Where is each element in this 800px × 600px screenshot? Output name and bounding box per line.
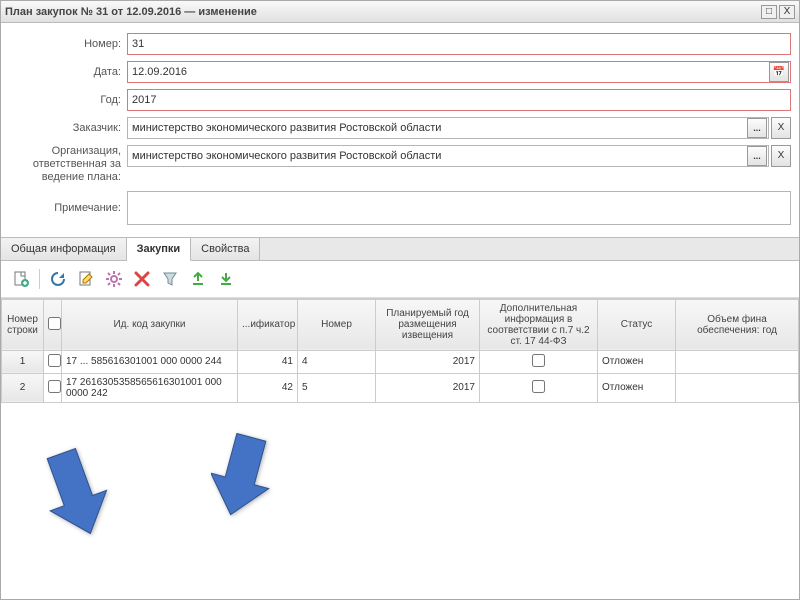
label-number: Номер: (9, 38, 127, 50)
export-icon[interactable] (186, 267, 210, 291)
col-number[interactable]: Номер (298, 299, 376, 350)
col-classifier[interactable]: ...ификатор (238, 299, 298, 350)
window-titlebar: План закупок № 31 от 12.09.2016 — измене… (1, 1, 799, 23)
close-button[interactable]: X (779, 5, 795, 19)
gear-icon[interactable] (102, 267, 126, 291)
field-org[interactable]: министерство экономического развития Рос… (127, 145, 769, 167)
addl-checkbox[interactable] (532, 354, 545, 367)
col-status[interactable]: Статус (598, 299, 676, 350)
row-checkbox[interactable] (48, 380, 61, 393)
import-icon[interactable] (214, 267, 238, 291)
tab-general-info[interactable]: Общая информация (1, 238, 127, 260)
row-number: 2 (2, 373, 44, 402)
table-row[interactable]: 1 17 ... 585616301001 000 0000 244 41 4 … (2, 350, 799, 373)
form-area: Номер: 31 Дата: 12.09.2016 Год: 2017 Зак… (1, 23, 799, 237)
label-org: Организация, ответственная за ведение пл… (9, 145, 127, 185)
col-addl-info[interactable]: Дополнительная информация в соответствии… (480, 299, 598, 350)
field-note[interactable] (127, 191, 791, 225)
field-number[interactable]: 31 (127, 33, 791, 55)
col-row-num[interactable]: Номер строки (2, 299, 44, 350)
cell-funding (676, 373, 799, 402)
edit-icon[interactable] (74, 267, 98, 291)
col-id-code[interactable]: Ид. код закупки (62, 299, 238, 350)
clear-org-button[interactable] (771, 145, 791, 167)
col-funding[interactable]: Объем фина обеспечения: год (676, 299, 799, 350)
tab-properties[interactable]: Свойства (191, 238, 260, 260)
cell-year: 2017 (376, 373, 480, 402)
tab-purchases[interactable]: Закупки (127, 238, 192, 261)
cell-status: Отложен (598, 373, 676, 402)
col-planned-year[interactable]: Планируемый год размещения извещения (376, 299, 480, 350)
purchases-table: Номер строки Ид. код закупки ...ификатор… (1, 299, 799, 403)
refresh-icon[interactable] (46, 267, 70, 291)
clear-customer-button[interactable] (771, 117, 791, 139)
cell-year: 2017 (376, 350, 480, 373)
table-row[interactable]: 2 17 2616305358565616301001 000 0000 242… (2, 373, 799, 402)
field-date[interactable]: 12.09.2016 (127, 61, 791, 83)
lookup-button[interactable] (747, 118, 767, 138)
cell-status: Отложен (598, 350, 676, 373)
grid: Номер строки Ид. код закупки ...ификатор… (1, 298, 799, 599)
select-all-checkbox[interactable] (48, 317, 61, 330)
cell-classifier: 42 (238, 373, 298, 402)
tabs: Общая информация Закупки Свойства (1, 237, 799, 261)
window-title: План закупок № 31 от 12.09.2016 — измене… (5, 6, 257, 18)
field-year[interactable]: 2017 (127, 89, 791, 111)
cell-id-code: 17 2616305358565616301001 000 0000 242 (62, 373, 238, 402)
label-year: Год: (9, 94, 127, 106)
row-number: 1 (2, 350, 44, 373)
label-note: Примечание: (9, 202, 127, 214)
label-date: Дата: (9, 66, 127, 78)
grid-toolbar (1, 261, 799, 298)
calendar-icon[interactable] (769, 62, 789, 82)
cell-number: 5 (298, 373, 376, 402)
delete-icon[interactable] (130, 267, 154, 291)
col-checkbox[interactable] (44, 299, 62, 350)
addl-checkbox[interactable] (532, 380, 545, 393)
label-customer: Заказчик: (9, 122, 127, 134)
cell-number: 4 (298, 350, 376, 373)
maximize-button[interactable]: □ (761, 5, 777, 19)
field-customer[interactable]: министерство экономического развития Рос… (127, 117, 769, 139)
cell-addl (480, 350, 598, 373)
cell-funding (676, 350, 799, 373)
filter-icon[interactable] (158, 267, 182, 291)
cell-id-code: 17 ... 585616301001 000 0000 244 (62, 350, 238, 373)
new-document-icon[interactable] (9, 267, 33, 291)
toolbar-separator (39, 269, 40, 289)
table-header-row: Номер строки Ид. код закупки ...ификатор… (2, 299, 799, 350)
cell-addl (480, 373, 598, 402)
cell-classifier: 41 (238, 350, 298, 373)
row-checkbox[interactable] (48, 354, 61, 367)
lookup-button[interactable] (747, 146, 767, 166)
